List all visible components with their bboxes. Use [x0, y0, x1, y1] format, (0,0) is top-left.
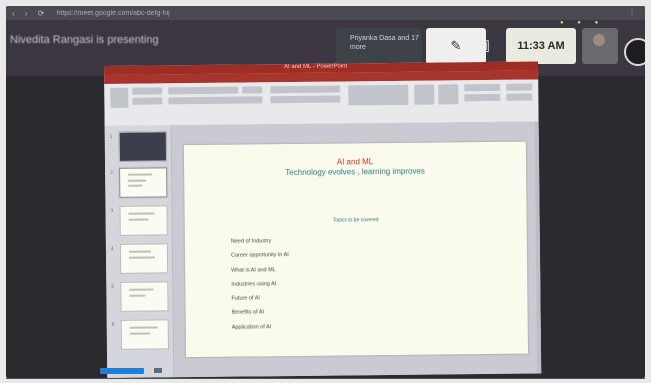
quick-styles-button[interactable]: [438, 84, 459, 105]
self-view-avatar: [593, 34, 605, 46]
font-format-buttons[interactable]: [168, 96, 263, 105]
shapes-gallery[interactable]: [348, 84, 409, 106]
browser-address-bar[interactable]: ‹ › ⟳ https://meet.google.com/abc-defg-h…: [6, 6, 645, 20]
current-slide[interactable]: AI and ML Technology evolves , learning …: [183, 141, 529, 358]
topic-item: What is AI and ML: [231, 266, 276, 274]
screen-bezel-edge: [6, 378, 645, 379]
topic-item: Industries using AI: [231, 281, 277, 288]
presenting-banner: Nivedita Rangasi is presenting: [10, 34, 159, 46]
participant-tile[interactable]: Priyanka Dasa and 17 more: [336, 28, 422, 64]
topic-item: Benefits of AI: [231, 309, 265, 317]
replace-button[interactable]: [506, 93, 533, 101]
monitor-screen: ‹ › ⟳ https://meet.google.com/abc-defg-h…: [6, 6, 645, 378]
topic-item: Future of AI: [231, 295, 260, 302]
slide-thumbnail[interactable]: 5: [111, 281, 169, 312]
topics-heading[interactable]: Topics to be covered: [185, 216, 527, 226]
topic-item: Career opportunity in AI: [230, 252, 289, 259]
find-button[interactable]: [506, 83, 533, 91]
captions-icon[interactable]: ▣: [472, 34, 494, 56]
user-avatar[interactable]: [624, 38, 645, 66]
shape-outline-button[interactable]: [464, 93, 501, 102]
browser-menu-icon[interactable]: ⋮: [628, 8, 639, 17]
slide-thumbnail[interactable]: 3: [110, 205, 168, 236]
topic-item: Application of AI: [231, 324, 272, 331]
vertical-scrollbar[interactable]: [534, 121, 542, 374]
slide-thumbnail[interactable]: 6: [112, 319, 169, 350]
shape-fill-button[interactable]: [464, 83, 501, 92]
new-slide-button[interactable]: [132, 87, 163, 95]
clock-display: 11:33 AM: [506, 28, 576, 64]
pin-icon: ✎: [450, 38, 462, 53]
slide-editing-canvas: AI and ML Technology evolves , learning …: [171, 121, 542, 378]
slide-thumbnails-pane: 1 2 3 4 5 6: [104, 125, 175, 378]
shared-powerpoint-window: AI and ML - PowerPoint FileHomeInsertDes…: [104, 61, 542, 378]
paragraph-buttons[interactable]: [270, 85, 341, 94]
slide-thumbnail[interactable]: 2: [110, 167, 168, 198]
ppt-window-title: AI and ML - PowerPoint: [283, 63, 348, 71]
alignment-buttons[interactable]: [270, 95, 341, 104]
participant-name: Priyanka Dasa and 17 more: [350, 35, 419, 51]
font-family-select[interactable]: [168, 86, 239, 95]
topic-item: Need of Industry: [230, 238, 272, 245]
paste-button[interactable]: [110, 87, 129, 108]
slide-thumbnail[interactable]: 1: [110, 131, 168, 162]
layout-button[interactable]: [132, 97, 163, 105]
taskbar-icon[interactable]: [154, 368, 162, 373]
ppt-ribbon: [104, 79, 539, 127]
taskbar-app-button[interactable]: [100, 368, 144, 374]
slide-thumbnail[interactable]: 4: [111, 243, 169, 274]
self-view-tile[interactable]: [582, 28, 618, 64]
font-size-select[interactable]: [242, 86, 263, 94]
topics-list[interactable]: Need of Industry Career opportunity in A…: [231, 234, 290, 335]
browser-url[interactable]: https://meet.google.com/abc-defg-hij: [56, 10, 169, 17]
status-indicator-icons: ● ● ●: [560, 20, 605, 26]
arrange-button[interactable]: [414, 84, 435, 105]
browser-nav-buttons[interactable]: ‹ › ⟳: [12, 9, 48, 18]
